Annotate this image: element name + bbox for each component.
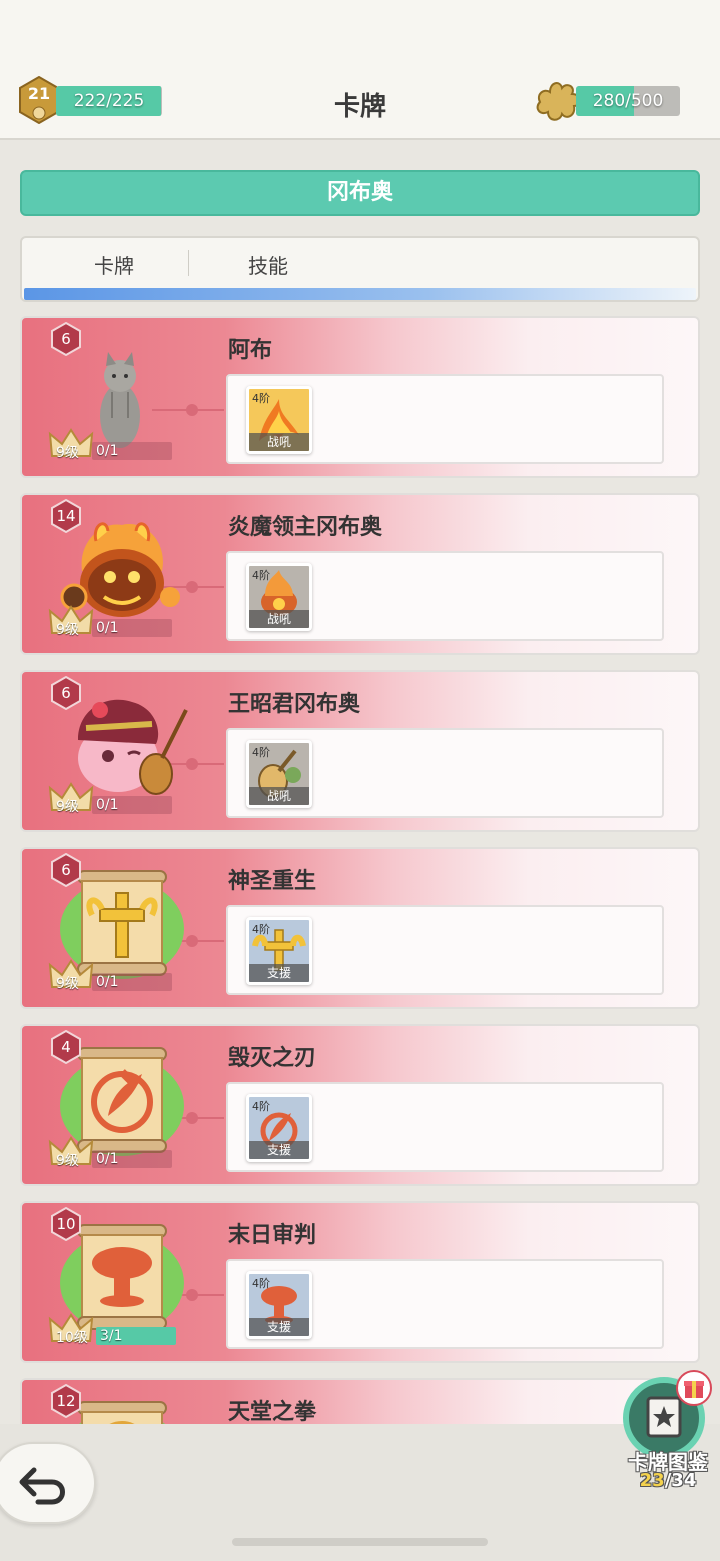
skill-tier: 4阶 [252, 746, 270, 759]
progress-bar: 3/1 [96, 1327, 176, 1345]
card-level-badge: 6 [50, 321, 82, 357]
skill-icon[interactable]: 4阶 战吼 [246, 740, 312, 808]
card-level-badge: 10 [50, 1206, 82, 1242]
skill-type: 战吼 [249, 787, 309, 805]
card-level: 12 [56, 1392, 76, 1410]
top-bar: 21 222/225 卡牌 280/500 [0, 0, 720, 140]
pieces-bar: 280/500 [576, 86, 680, 116]
collection-total: /34 [664, 1470, 697, 1491]
skill-box: 4阶 支援 [226, 1259, 664, 1349]
tab-divider [188, 250, 189, 276]
skill-type: 战吼 [249, 610, 309, 628]
xp-bar: 222/225 [56, 86, 162, 116]
page-title: 卡牌 [333, 92, 386, 122]
card-level-badge: 12 [50, 1383, 82, 1419]
card-item[interactable]: 10 10级 3/1 末日审判 4阶 支援 [20, 1201, 700, 1363]
card-level-badge: 6 [50, 675, 82, 711]
card-name: 毁灭之刃 [228, 1046, 317, 1071]
star-level: 9级 [56, 1153, 79, 1169]
home-indicator [232, 1538, 488, 1546]
card-name: 炎魔领主冈布奥 [228, 515, 383, 540]
progress-text: 0/1 [96, 620, 119, 636]
card-level-badge: 4 [50, 1029, 82, 1065]
tab-bar: 卡牌 技能 [20, 236, 700, 302]
card-item[interactable]: 6 9级 0/1 王昭君冈布奥 4阶 战吼 [20, 670, 700, 832]
star-level: 9级 [56, 622, 79, 638]
skill-icon[interactable]: 4阶 支援 [246, 1094, 312, 1162]
skill-type: 支援 [249, 964, 309, 982]
progress-bar: 0/1 [92, 619, 172, 637]
hero-name-banner: 冈布奥 [20, 170, 700, 216]
skill-tier: 4阶 [252, 569, 270, 582]
card-item[interactable]: 6 9级 0/1 阿布 4阶 战吼 [20, 316, 700, 478]
progress-text: 0/1 [96, 443, 119, 459]
card-level: 6 [61, 330, 71, 348]
skill-box: 4阶 战吼 [226, 551, 664, 641]
progress-bar: 0/1 [92, 442, 172, 460]
tab-cards[interactable]: 卡牌 [94, 250, 134, 279]
player-level: 21 [27, 84, 51, 103]
card-collection-count: 23/34 [620, 1470, 716, 1491]
card-level: 4 [61, 1038, 71, 1056]
gift-icon [676, 1370, 712, 1406]
card-level: 6 [61, 861, 71, 879]
skill-type: 支援 [249, 1141, 309, 1159]
skill-box: 4阶 战吼 [226, 374, 664, 464]
card-name: 神圣重生 [228, 869, 317, 894]
tab-indicator [24, 288, 696, 300]
card-level-badge: 6 [50, 852, 82, 888]
progress-text: 0/1 [96, 974, 119, 990]
skill-tier: 4阶 [252, 392, 270, 405]
collection-current: 23 [639, 1470, 665, 1491]
skill-box: 4阶 支援 [226, 905, 664, 995]
undo-arrow-icon [19, 1467, 65, 1505]
skill-icon[interactable]: 4阶 战吼 [246, 563, 312, 631]
card-level: 10 [56, 1215, 76, 1233]
player-level-badge[interactable]: 21 [18, 75, 60, 125]
progress-bar: 0/1 [92, 796, 172, 814]
card-level: 6 [61, 684, 71, 702]
star-level: 10级 [56, 1330, 88, 1346]
progress-text: 3/1 [100, 1328, 123, 1344]
card-item[interactable]: 4 9级 0/1 毁灭之刃 4阶 支援 [20, 1024, 700, 1186]
progress-text: 0/1 [96, 797, 119, 813]
card-name: 末日审判 [228, 1223, 317, 1248]
card-name: 王昭君冈布奥 [228, 692, 361, 717]
skill-type: 战吼 [249, 433, 309, 451]
skill-type: 支援 [249, 1318, 309, 1336]
card-item[interactable]: 12 天堂之拳 [20, 1378, 700, 1424]
progress-bar: 0/1 [92, 973, 172, 991]
skill-icon[interactable]: 4阶 支援 [246, 917, 312, 985]
back-button[interactable] [0, 1442, 96, 1524]
skill-tier: 4阶 [252, 1277, 270, 1290]
xp-text: 222/225 [73, 91, 145, 111]
skill-tier: 4阶 [252, 1100, 270, 1113]
progress-text: 0/1 [96, 1151, 119, 1167]
pieces-text: 280/500 [592, 91, 664, 111]
skill-icon[interactable]: 4阶 战吼 [246, 386, 312, 454]
skill-icon[interactable]: 4阶 支援 [246, 1271, 312, 1339]
progress-bar: 0/1 [92, 1150, 172, 1168]
card-name: 阿布 [228, 338, 273, 363]
skill-box: 4阶 战吼 [226, 728, 664, 818]
card-item[interactable]: 6 9级 0/1 神圣重生 4阶 支援 [20, 847, 700, 1009]
skill-tier: 4阶 [252, 923, 270, 936]
card-level: 14 [56, 507, 76, 525]
card-level-badge: 14 [50, 498, 82, 534]
star-level: 9级 [56, 445, 79, 461]
card-collection-button[interactable]: 卡牌图鉴 23/34 [620, 1370, 716, 1494]
skill-box: 4阶 支援 [226, 1082, 664, 1172]
card-name: 天堂之拳 [228, 1400, 317, 1424]
tab-skills[interactable]: 技能 [248, 250, 288, 279]
card-list[interactable]: 6 9级 0/1 阿布 4阶 战吼 14 9级 0/1 炎魔领主冈布奥 4阶 战… [20, 316, 700, 1424]
star-level: 9级 [56, 976, 79, 992]
card-item[interactable]: 14 9级 0/1 炎魔领主冈布奥 4阶 战吼 [20, 493, 700, 655]
star-level: 9级 [56, 799, 79, 815]
